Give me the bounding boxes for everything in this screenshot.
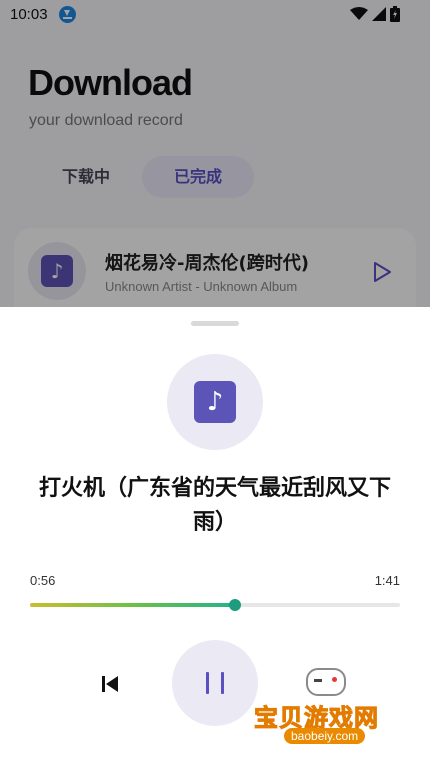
- watermark-logo: 宝贝游戏网 baobeiy.com: [254, 668, 404, 760]
- skip-previous-icon[interactable]: [97, 671, 123, 697]
- progress-thumb[interactable]: [228, 599, 241, 611]
- pause-icon: [221, 672, 224, 694]
- track-title: 打火机（广东省的天气最近刮风又下雨）: [38, 476, 391, 535]
- player-artwork: ♪: [167, 354, 263, 450]
- progress-fill: [30, 603, 235, 607]
- progress-slider[interactable]: [30, 599, 400, 611]
- drag-handle[interactable]: [191, 321, 239, 326]
- pause-button[interactable]: [172, 640, 258, 726]
- total-time: 1:41: [374, 573, 400, 588]
- gamepad-icon: [306, 668, 346, 696]
- watermark-url: baobeiy.com: [284, 728, 366, 744]
- pause-icon: [206, 672, 209, 694]
- current-time: 0:56: [30, 573, 56, 588]
- music-note-icon: ♪: [194, 381, 236, 423]
